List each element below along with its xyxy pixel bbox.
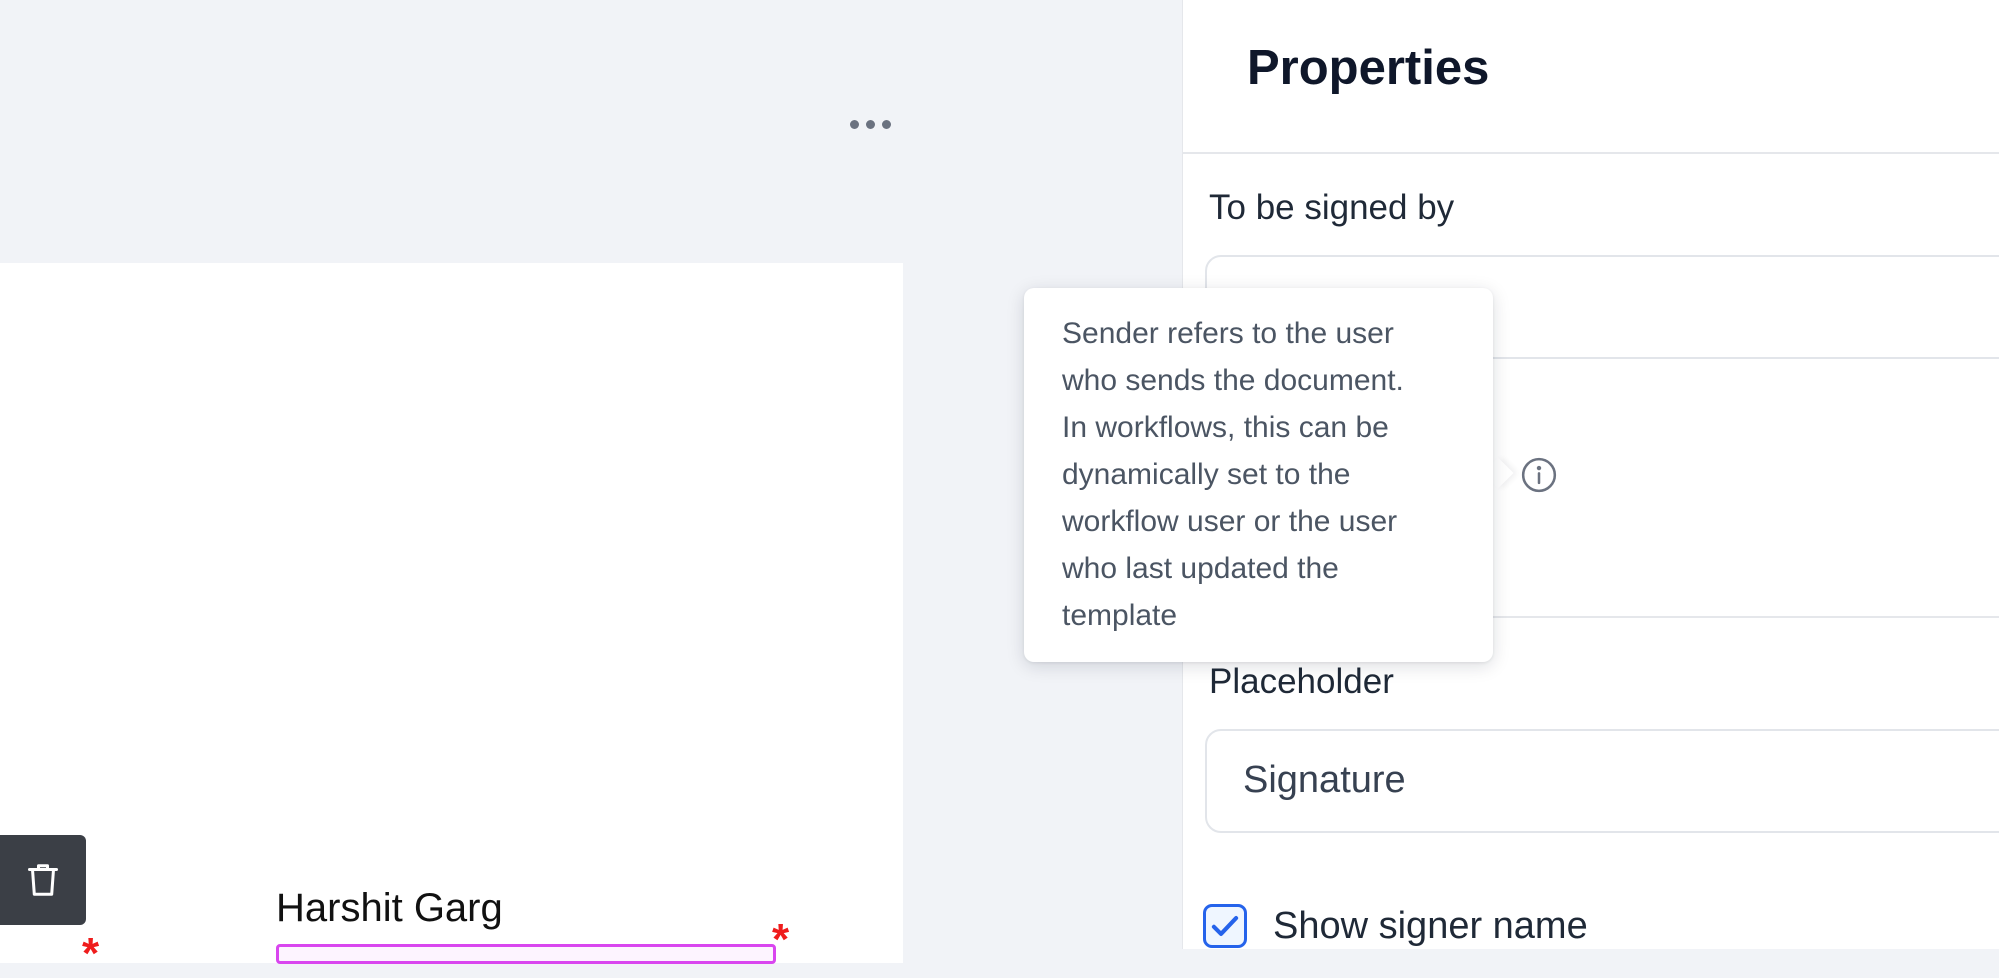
placeholder-input[interactable]: Signature [1205, 729, 1999, 833]
document-canvas: Harshit Garg * * [0, 0, 1181, 976]
placeholder-label: Placeholder [1209, 662, 1394, 701]
trash-icon [28, 864, 58, 896]
required-marker: * [772, 915, 790, 964]
tooltip-line: Sender refers to the user [1062, 317, 1394, 350]
tooltip-line: workflow user or the user [1062, 505, 1398, 538]
divider [1183, 152, 1999, 154]
ellipsis-dot [881, 119, 891, 129]
required-marker: * [82, 929, 100, 978]
info-tooltip: Sender refers to the user who sends the … [1024, 288, 1493, 662]
show-signer-name-label: Show signer name [1273, 905, 1588, 947]
panel-title: Properties [1247, 41, 1490, 95]
tooltip-line: In workflows, this can be [1062, 411, 1389, 444]
tooltip-line: who sends the document. [1062, 364, 1404, 397]
signer-name-label: Harshit Garg [276, 886, 503, 930]
tooltip-text: Sender refers to the user who sends the … [1062, 310, 1469, 639]
tooltip-line: dynamically set to the [1062, 458, 1351, 491]
info-icon[interactable] [1520, 456, 1558, 494]
ellipsis-dot [849, 119, 859, 129]
more-options-button[interactable] [840, 104, 900, 144]
delete-field-button[interactable] [0, 835, 86, 925]
placeholder-input-value: Signature [1243, 759, 1406, 801]
check-icon [1211, 916, 1239, 936]
show-signer-name-checkbox[interactable] [1203, 904, 1247, 948]
ellipsis-dot [865, 119, 875, 129]
tooltip-line: who last updated the [1062, 552, 1339, 585]
signature-field[interactable] [276, 944, 776, 964]
signed-by-label: To be signed by [1209, 188, 1455, 227]
document-page [0, 263, 903, 963]
tooltip-line: template [1062, 599, 1178, 632]
